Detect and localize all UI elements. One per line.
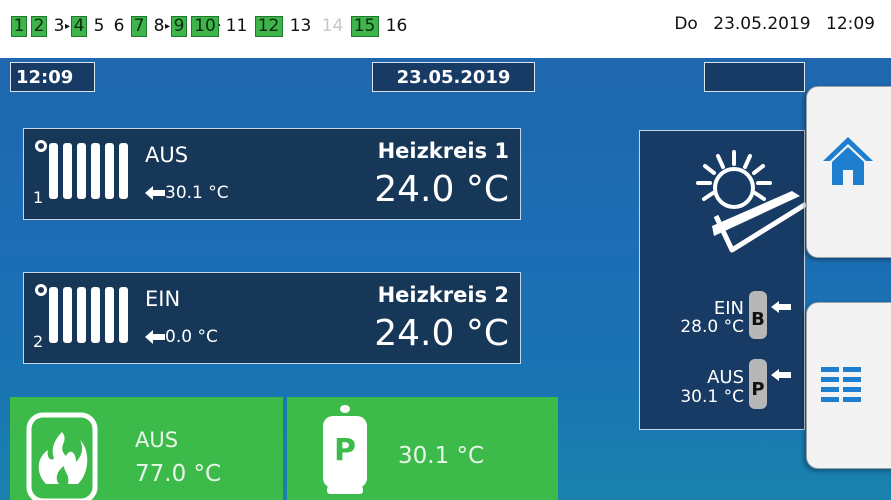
time-box: 12:09 bbox=[10, 62, 95, 92]
boiler-tile[interactable]: AUS 77.0 °C bbox=[10, 397, 283, 500]
circuit-name: Heizkreis 1 bbox=[377, 139, 509, 163]
return-temp-row: 30.1 °C bbox=[145, 183, 229, 203]
circuit-state: EIN bbox=[145, 287, 181, 311]
time-value: 12:09 bbox=[16, 66, 74, 88]
output-6-indicator: 6 bbox=[113, 16, 125, 36]
output-indicators: 1 2 3 ▸ 4 5 6 7 8 ▸ 9 10 · 11 12 13 14 15 16 bbox=[11, 14, 415, 38]
circuit-number: 2 bbox=[33, 332, 44, 351]
boiler-state: AUS bbox=[135, 428, 179, 452]
circuit-temp: 24.0 °C bbox=[374, 169, 509, 210]
output-9-indicator: 9 bbox=[171, 15, 188, 37]
radiator-icon bbox=[35, 284, 128, 343]
storage-tank-p-icon: P bbox=[749, 359, 791, 409]
return-temp-row: 0.0 °C bbox=[145, 327, 218, 347]
output-14-indicator: 14 bbox=[321, 16, 344, 36]
menu-list-icon bbox=[821, 367, 861, 402]
tank-b-temp: 28.0 °C bbox=[680, 317, 744, 337]
home-button[interactable] bbox=[806, 86, 891, 258]
output-link-arrow-icon: ▸ bbox=[65, 20, 71, 32]
date-value: 23.05.2019 bbox=[396, 66, 511, 88]
buffer-temp: 30.1 °C bbox=[398, 443, 485, 469]
output-10-indicator: 10 bbox=[191, 15, 220, 37]
circuit-name: Heizkreis 2 bbox=[377, 283, 509, 307]
output-15-indicator: 15 bbox=[350, 15, 379, 37]
status-clock: Do 23.05.2019 12:09 bbox=[664, 14, 875, 34]
solar-panel[interactable]: EIN 28.0 °C B AUS 30.1 °C P bbox=[639, 130, 807, 430]
arrow-left-icon bbox=[145, 330, 165, 344]
boiler-temp: 77.0 °C bbox=[135, 461, 222, 487]
return-temp: 0.0 °C bbox=[165, 327, 218, 347]
buffer-tank-icon: P bbox=[323, 405, 367, 494]
output-16-indicator: 16 bbox=[385, 16, 408, 36]
circuit-temp: 24.0 °C bbox=[374, 313, 509, 354]
output-1-indicator: 1 bbox=[11, 15, 27, 37]
status-weekday: Do bbox=[674, 14, 698, 34]
buffer-label: P bbox=[334, 433, 356, 468]
circuit-state: AUS bbox=[145, 143, 189, 167]
status-time: 12:09 bbox=[826, 14, 875, 34]
output-12-indicator: 12 bbox=[254, 15, 283, 37]
output-11-indicator: 11 bbox=[225, 16, 248, 36]
status-bar: 1 2 3 ▸ 4 5 6 7 8 ▸ 9 10 · 11 12 13 14 15 16 Do 23.05.2019… bbox=[0, 0, 891, 58]
tank-p-label: P bbox=[751, 379, 764, 400]
tank-p-state: AUS bbox=[707, 367, 744, 388]
heating-circuit-1[interactable]: 1 AUS 30.1 °C Heizkreis 1 24.0 °C bbox=[23, 128, 521, 220]
flame-icon bbox=[26, 412, 98, 500]
output-7-indicator: 7 bbox=[131, 15, 148, 37]
output-4-indicator: 4 bbox=[71, 15, 88, 37]
buffer-tile[interactable]: P 30.1 °C bbox=[287, 397, 558, 500]
radiator-icon bbox=[35, 140, 128, 199]
menu-button[interactable] bbox=[806, 302, 891, 469]
tank-p-temp: 30.1 °C bbox=[680, 387, 744, 407]
date-box: 23.05.2019 bbox=[372, 62, 535, 92]
circuit-number: 1 bbox=[33, 188, 44, 207]
output-5-indicator: 5 bbox=[93, 16, 105, 36]
solar-collector-icon bbox=[696, 150, 807, 253]
arrow-left-icon bbox=[145, 186, 165, 200]
output-2-indicator: 2 bbox=[31, 15, 47, 37]
storage-tank-b-icon: B bbox=[749, 291, 791, 339]
return-temp: 30.1 °C bbox=[165, 183, 229, 203]
home-icon bbox=[823, 137, 873, 185]
output-13-indicator: 13 bbox=[289, 16, 312, 36]
tank-b-state: EIN bbox=[713, 298, 744, 319]
output-link-arrow-icon: ▸ bbox=[165, 20, 171, 32]
main-screen: 12:09 23.05.2019 1 AUS 30.1 °C Heizkreis… bbox=[0, 58, 891, 500]
heating-circuit-2[interactable]: 2 EIN 0.0 °C Heizkreis 2 24.0 °C bbox=[23, 272, 521, 364]
output-link-dot-icon: · bbox=[217, 18, 222, 34]
tank-b-label: B bbox=[751, 309, 765, 330]
blank-header-box bbox=[704, 62, 805, 92]
status-date: 23.05.2019 bbox=[713, 14, 811, 34]
